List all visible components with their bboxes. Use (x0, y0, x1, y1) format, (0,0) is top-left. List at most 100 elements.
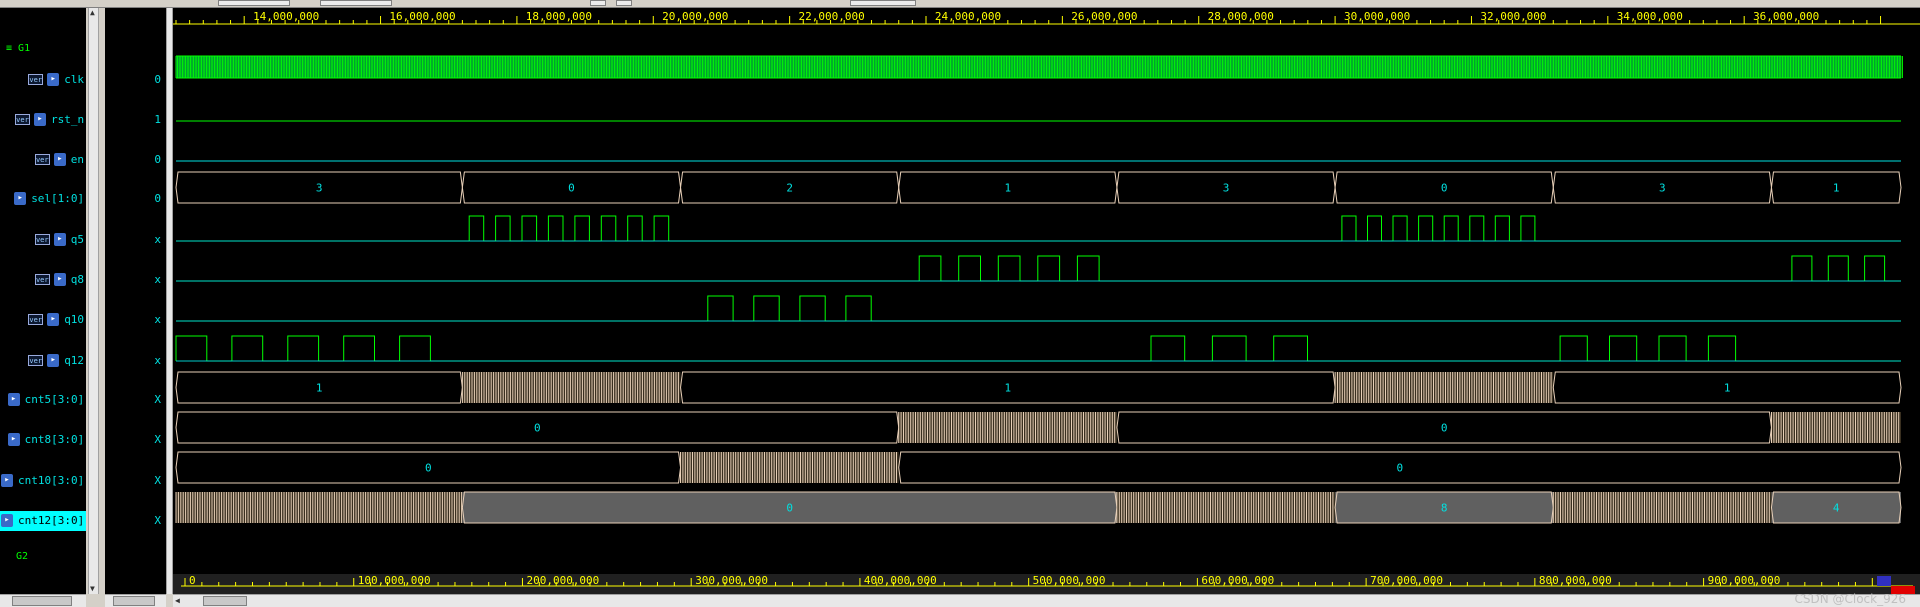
sel-bus-value-label: 3 (316, 182, 323, 195)
top-ruler-label: 26,000,000 (1071, 10, 1137, 23)
signal-row-en[interactable]: ver ▸ en (0, 150, 86, 170)
scroll-left-arrow-icon[interactable]: ◀ (175, 596, 180, 606)
toolbar-field[interactable] (320, 0, 392, 6)
group-header-g2[interactable]: G2 (0, 551, 86, 567)
top-ruler-label: 34,000,000 (1617, 10, 1683, 23)
bottom-ruler-label: 0 (189, 574, 196, 587)
port-direction-icon: ▸ (1, 474, 13, 487)
port-direction-icon: ▸ (47, 313, 60, 326)
value-pane: 0 1 0 0 x x x x X X X X (105, 8, 166, 594)
signal-row-q10[interactable]: ver ▸ q10 (0, 310, 86, 330)
signal-name: clk (64, 73, 85, 86)
signal-name: q5 (70, 233, 85, 246)
bottom-ruler-label: 500,000,000 (1033, 574, 1106, 587)
scroll-thumb[interactable] (113, 596, 155, 606)
signal-row-sel[interactable]: ▸ sel[1:0] (0, 189, 86, 209)
cnt10-bus-dense-fill (680, 452, 899, 483)
signal-row-q8[interactable]: ver ▸ q8 (0, 270, 86, 290)
toolbar-field[interactable] (218, 0, 290, 6)
top-ruler-label: 16,000,000 (389, 10, 455, 23)
verilog-badge-icon: ver (34, 234, 50, 245)
signal-row-q12[interactable]: ver ▸ q12 (0, 351, 86, 371)
toolbar-field[interactable] (850, 0, 916, 6)
scroll-up-arrow-icon[interactable]: ▲ (90, 8, 95, 18)
signal-value: x (154, 233, 161, 246)
cnt5-bus-value-label: 1 (1724, 382, 1731, 395)
signal-value: x (154, 313, 161, 326)
bottom-ruler-label: 100,000,000 (358, 574, 431, 587)
signal-name: rst_n (51, 113, 85, 126)
bottom-ruler-label: 900,000,000 (1708, 574, 1781, 587)
signal-value: X (154, 474, 161, 487)
q12-wave (175, 335, 1901, 362)
port-direction-icon: ▸ (47, 73, 60, 86)
signal-name: cnt12[3:0] (18, 514, 85, 527)
verilog-badge-icon: ver (28, 314, 44, 325)
signal-pane-vscroll[interactable]: ▲ ▼ (88, 8, 99, 594)
cnt5-bus-value-label: 1 (1005, 382, 1012, 395)
top-ruler-label: 36,000,000 (1753, 10, 1819, 23)
scroll-down-arrow-icon[interactable]: ▼ (90, 584, 95, 594)
signal-name: q8 (70, 273, 85, 286)
port-direction-icon: ▸ (34, 113, 46, 126)
port-direction-icon: ▸ (53, 153, 66, 166)
verilog-badge-icon: ver (15, 114, 30, 125)
verilog-badge-icon: ver (28, 355, 44, 366)
waveform-hscroll[interactable]: ◀ (173, 594, 1920, 607)
signal-row-cnt8[interactable]: ▸ cnt8[3:0] (0, 430, 86, 450)
cnt5-bus-value-label: 1 (316, 382, 323, 395)
signal-row-cnt10[interactable]: ▸ cnt10[3:0] (0, 471, 86, 491)
sel-bus-value-label: 0 (1441, 182, 1448, 195)
waveform-canvas[interactable]: 14,000,000 16,000,000 18,000,000 20,000,000… (173, 8, 1920, 594)
signal-row-cnt5[interactable]: ▸ cnt5[3:0] (0, 390, 86, 410)
cnt10-bus-value-label: 0 (425, 462, 432, 475)
q8-wave (176, 255, 1901, 282)
signal-name: cnt10[3:0] (18, 474, 85, 487)
top-ruler-label: 18,000,000 (526, 10, 592, 23)
verilog-badge-icon: ver (28, 74, 44, 85)
toolbar (0, 0, 1920, 8)
signal-value: x (154, 354, 161, 367)
value-pane-vscroll[interactable] (166, 8, 173, 594)
group-header-g1[interactable]: ≡ G1 (0, 41, 86, 61)
q5-wave (176, 215, 1901, 242)
group-name: G1 (18, 43, 31, 54)
port-direction-icon: ▸ (1, 514, 13, 527)
sel-bus-value-label: 3 (1223, 182, 1230, 195)
signal-name: sel[1:0] (31, 192, 85, 205)
zoom-marker (1877, 576, 1891, 586)
toolbar-button[interactable] (590, 0, 606, 6)
signal-name: q10 (64, 313, 85, 326)
sel-bus-value-label: 0 (568, 182, 575, 195)
signal-value: 0 (154, 153, 161, 166)
cnt12-bus-dense-fill (1553, 492, 1772, 523)
signal-name: cnt8[3:0] (24, 433, 85, 446)
signal-row-q5[interactable]: ver ▸ q5 (0, 230, 86, 250)
sel-bus-value-label: 2 (786, 182, 793, 195)
bottom-ruler-label: 600,000,000 (1201, 574, 1274, 587)
signal-row-clk[interactable]: ver ▸ clk (0, 70, 86, 90)
sel-bus-value-label: 1 (1833, 182, 1840, 195)
sel-bus-value-label: 1 (1005, 182, 1012, 195)
cnt12-bus-dense-fill (1116, 492, 1336, 523)
cnt12-bus-value-label: 0 (786, 502, 793, 515)
value-pane-hscroll[interactable] (105, 594, 166, 607)
waveform-pane[interactable]: 14,000,000 16,000,000 18,000,000 20,000,000… (173, 8, 1920, 594)
top-ruler-label: 14,000,000 (253, 10, 319, 23)
toolbar-button[interactable] (616, 0, 632, 6)
bottom-ruler-label: 800,000,000 (1539, 574, 1612, 587)
cnt8-bus-dense-fill (898, 412, 1117, 443)
scroll-thumb[interactable] (203, 596, 247, 606)
bottom-ruler-label: 200,000,000 (526, 574, 599, 587)
watermark: CSDN @Clock_926 (1794, 592, 1906, 606)
verilog-badge-icon: ver (34, 274, 50, 285)
bottom-ruler-label: 400,000,000 (864, 574, 937, 587)
bottom-ruler-label: 700,000,000 (1370, 574, 1443, 587)
cnt8-bus-value-label: 0 (534, 422, 541, 435)
signal-row-cnt12[interactable]: ▸ cnt12[3:0] (0, 511, 86, 531)
cnt12-bus-value-label: 4 (1833, 502, 1840, 515)
signal-row-rst_n[interactable]: ver ▸ rst_n (0, 110, 86, 130)
signal-value: 0 (154, 192, 161, 205)
scroll-thumb[interactable] (12, 596, 72, 606)
signal-pane-hscroll[interactable] (0, 594, 86, 607)
